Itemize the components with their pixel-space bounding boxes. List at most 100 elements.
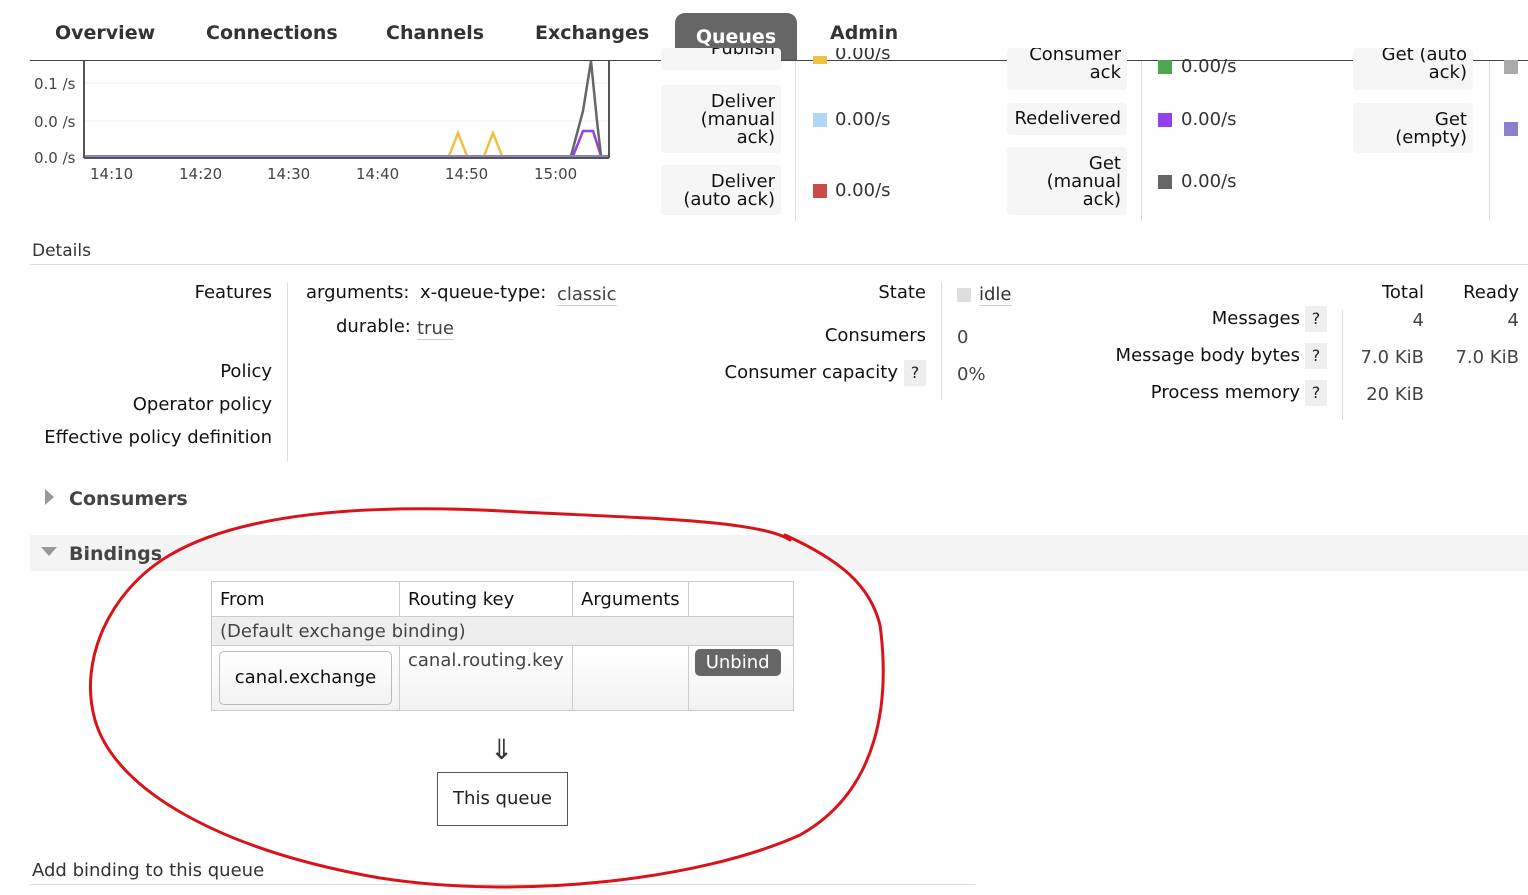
ready-header: Ready <box>1463 282 1519 303</box>
tab-channels[interactable]: Channels <box>386 22 484 44</box>
process-memory-total: 20 KiB <box>1366 384 1424 405</box>
rate-label-get-manual: Get (manual ack) <box>1007 147 1127 215</box>
swatch-get-manual <box>1158 175 1172 189</box>
col-actions <box>687 581 794 617</box>
col-arguments: Arguments <box>572 581 689 617</box>
total-header: Total <box>1381 282 1424 303</box>
table-row: (Default exchange binding) <box>211 616 794 646</box>
details-title: Details <box>32 241 91 261</box>
swatch-deliver-manual <box>813 113 827 127</box>
help-button[interactable]: ? <box>1305 380 1327 406</box>
queue-type-key: x-queue-type: <box>420 282 547 303</box>
rate-value-deliver-manual: 0.00/s <box>835 109 891 130</box>
consumers-value: 0 <box>957 327 969 348</box>
down-arrow-icon: ⇓ <box>490 733 514 766</box>
this-queue-box: This queue <box>437 772 568 826</box>
consumers-heading: Consumers <box>69 488 188 510</box>
durable-value: true <box>417 318 454 340</box>
bindings-heading: Bindings <box>69 543 163 565</box>
details-divider <box>30 264 1528 265</box>
body-bytes-ready: 7.0 KiB <box>1455 347 1519 368</box>
queue-type-value: classic <box>557 284 617 306</box>
consumer-capacity-label: Consumer capacity <box>724 362 899 383</box>
swatch-get-empty <box>1504 122 1518 136</box>
tab-connections[interactable]: Connections <box>206 22 338 44</box>
rate-label-redelivered: Redelivered <box>1007 103 1127 135</box>
x-tick-label: 14:20 <box>179 165 223 183</box>
body-bytes-label: Message body bytes <box>1115 345 1300 366</box>
help-button[interactable]: ? <box>1305 306 1327 332</box>
tab-exchanges[interactable]: Exchanges <box>535 22 649 44</box>
default-binding-row: (Default exchange binding) <box>211 616 794 646</box>
exchange-link[interactable]: canal.exchange <box>219 651 392 705</box>
tab-overview[interactable]: Overview <box>55 22 155 44</box>
add-binding-divider <box>30 884 975 885</box>
swatch-publish <box>813 56 827 64</box>
bindings-table: From Routing key Arguments (Default exch… <box>211 581 794 711</box>
triangle-down-icon <box>41 547 57 556</box>
series-publish-spike <box>482 129 504 157</box>
x-tick-label: 14:40 <box>356 165 400 183</box>
chart-plot <box>83 61 610 159</box>
rate-value-consumer-ack: 0.00/s <box>1181 56 1237 77</box>
col-routing-key: Routing key <box>399 581 573 617</box>
col-from: From <box>211 581 400 617</box>
help-button[interactable]: ? <box>904 360 926 386</box>
effective-policy-label: Effective policy definition <box>44 427 272 448</box>
rates-divider <box>1141 61 1142 221</box>
binding-actions-cell: Unbind <box>687 645 794 711</box>
messages-total: 4 <box>1412 310 1424 331</box>
process-memory-label: Process memory <box>1150 382 1300 403</box>
consumer-capacity-value: 0% <box>957 364 986 385</box>
rate-label-get-auto: Get (auto ack) <box>1353 48 1473 90</box>
help-button[interactable]: ? <box>1305 343 1327 369</box>
durable-key: durable: <box>336 316 411 337</box>
bindings-toggle[interactable]: Bindings <box>30 535 1528 571</box>
add-binding-title: Add binding to this queue <box>32 860 265 881</box>
rate-label-deliver-manual: Deliver (manual ack) <box>661 85 781 153</box>
triangle-right-icon <box>45 489 54 505</box>
state-label: State <box>878 282 926 303</box>
x-tick-label: 15:00 <box>534 165 578 183</box>
x-tick-label: 14:50 <box>445 165 489 183</box>
state-indicator <box>957 288 971 302</box>
rate-value-redelivered: 0.00/s <box>1181 109 1237 130</box>
details-divider-v <box>287 282 288 462</box>
body-bytes-total: 7.0 KiB <box>1360 347 1424 368</box>
arguments-key: arguments: <box>306 282 410 303</box>
unbind-button[interactable]: Unbind <box>694 649 781 676</box>
rate-value-publish: 0.00/s <box>835 48 891 64</box>
table-header-row: From Routing key Arguments <box>211 581 794 617</box>
binding-arguments <box>572 645 689 711</box>
y-tick-label: 0.0 /s <box>34 149 76 167</box>
rate-label-publish: Publish <box>661 48 781 70</box>
table-row: canal.exchange canal.routing.key Unbind <box>211 645 794 711</box>
messages-ready: 4 <box>1507 310 1519 331</box>
messages-label: Messages <box>1211 308 1300 329</box>
policy-label: Policy <box>220 361 272 382</box>
binding-from-cell: canal.exchange <box>211 645 400 711</box>
rate-label-deliver-auto: Deliver (auto ack) <box>661 165 781 215</box>
binding-routing-key: canal.routing.key <box>399 645 573 711</box>
rate-value-deliver-auto: 0.00/s <box>835 180 891 201</box>
features-label: Features <box>194 282 272 303</box>
swatch-get-auto <box>1504 60 1518 74</box>
state-value: idle <box>979 284 1012 306</box>
swatch-redelivered <box>1158 113 1172 127</box>
stats-divider <box>1342 310 1343 420</box>
x-tick-label: 14:10 <box>90 165 134 183</box>
operator-policy-label: Operator policy <box>132 394 272 415</box>
tab-admin[interactable]: Admin <box>830 22 898 44</box>
rates-divider <box>795 61 796 221</box>
y-tick-label: 0.0 /s <box>34 113 76 131</box>
details-divider-v <box>941 282 942 400</box>
y-tick-label: 0.1 /s <box>34 75 76 93</box>
consumers-toggle[interactable]: Consumers <box>30 484 630 514</box>
rate-label-get-empty: Get (empty) <box>1353 103 1473 153</box>
swatch-deliver-auto <box>813 184 827 198</box>
series-publish-spike <box>447 129 469 157</box>
rate-label-consumer-ack: Consumer ack <box>1007 48 1127 90</box>
rates-divider <box>1489 61 1490 221</box>
rate-value-get-manual: 0.00/s <box>1181 171 1237 192</box>
consumers-label: Consumers <box>824 325 926 346</box>
